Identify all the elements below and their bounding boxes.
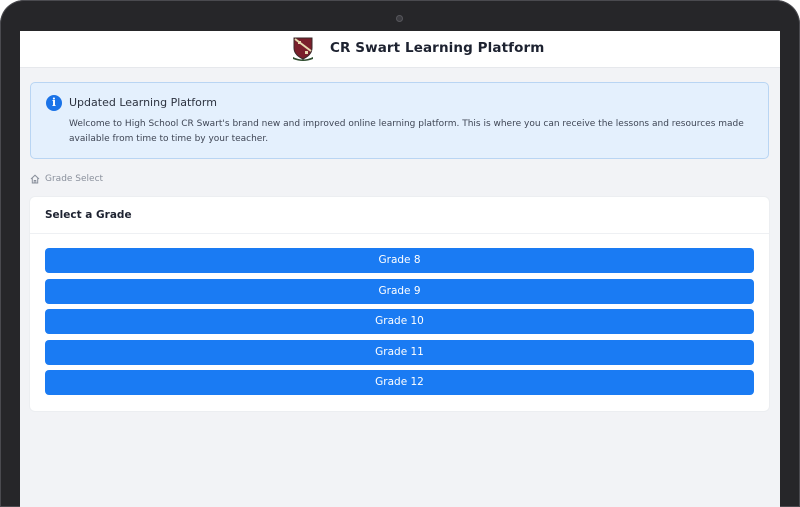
home-icon[interactable] (30, 174, 40, 184)
info-alert: i Updated Learning Platform Welcome to H… (30, 82, 769, 159)
grade-8-button[interactable]: Grade 8 (45, 248, 754, 273)
top-bar: CR Swart Learning Platform (20, 31, 780, 68)
alert-message: Welcome to High School CR Swart's brand … (69, 119, 744, 144)
app-title: CR Swart Learning Platform (330, 40, 545, 56)
breadcrumb-current: Grade Select (45, 174, 104, 184)
grade-10-button[interactable]: Grade 10 (45, 309, 754, 334)
card-header: Select a Grade (30, 197, 769, 234)
grade-12-button[interactable]: Grade 12 (45, 370, 754, 395)
laptop-frame: CR Swart Learning Platform i Updated Lea… (0, 0, 800, 507)
card-title: Select a Grade (45, 209, 132, 221)
info-icon: i (46, 95, 62, 111)
breadcrumb: Grade Select (30, 172, 103, 186)
screen: CR Swart Learning Platform i Updated Lea… (20, 31, 780, 507)
school-crest-icon[interactable] (292, 36, 314, 61)
grade-9-button[interactable]: Grade 9 (45, 278, 754, 304)
grade-select-card: Select a Grade Grade 8 Grade 9 Grade 10 … (30, 197, 769, 411)
grade-list: Grade 8 Grade 9 Grade 10 Grade 11 Grade … (45, 248, 754, 401)
webcam (396, 15, 403, 22)
grade-11-button[interactable]: Grade 11 (45, 339, 754, 365)
alert-title: Updated Learning Platform (69, 96, 217, 109)
